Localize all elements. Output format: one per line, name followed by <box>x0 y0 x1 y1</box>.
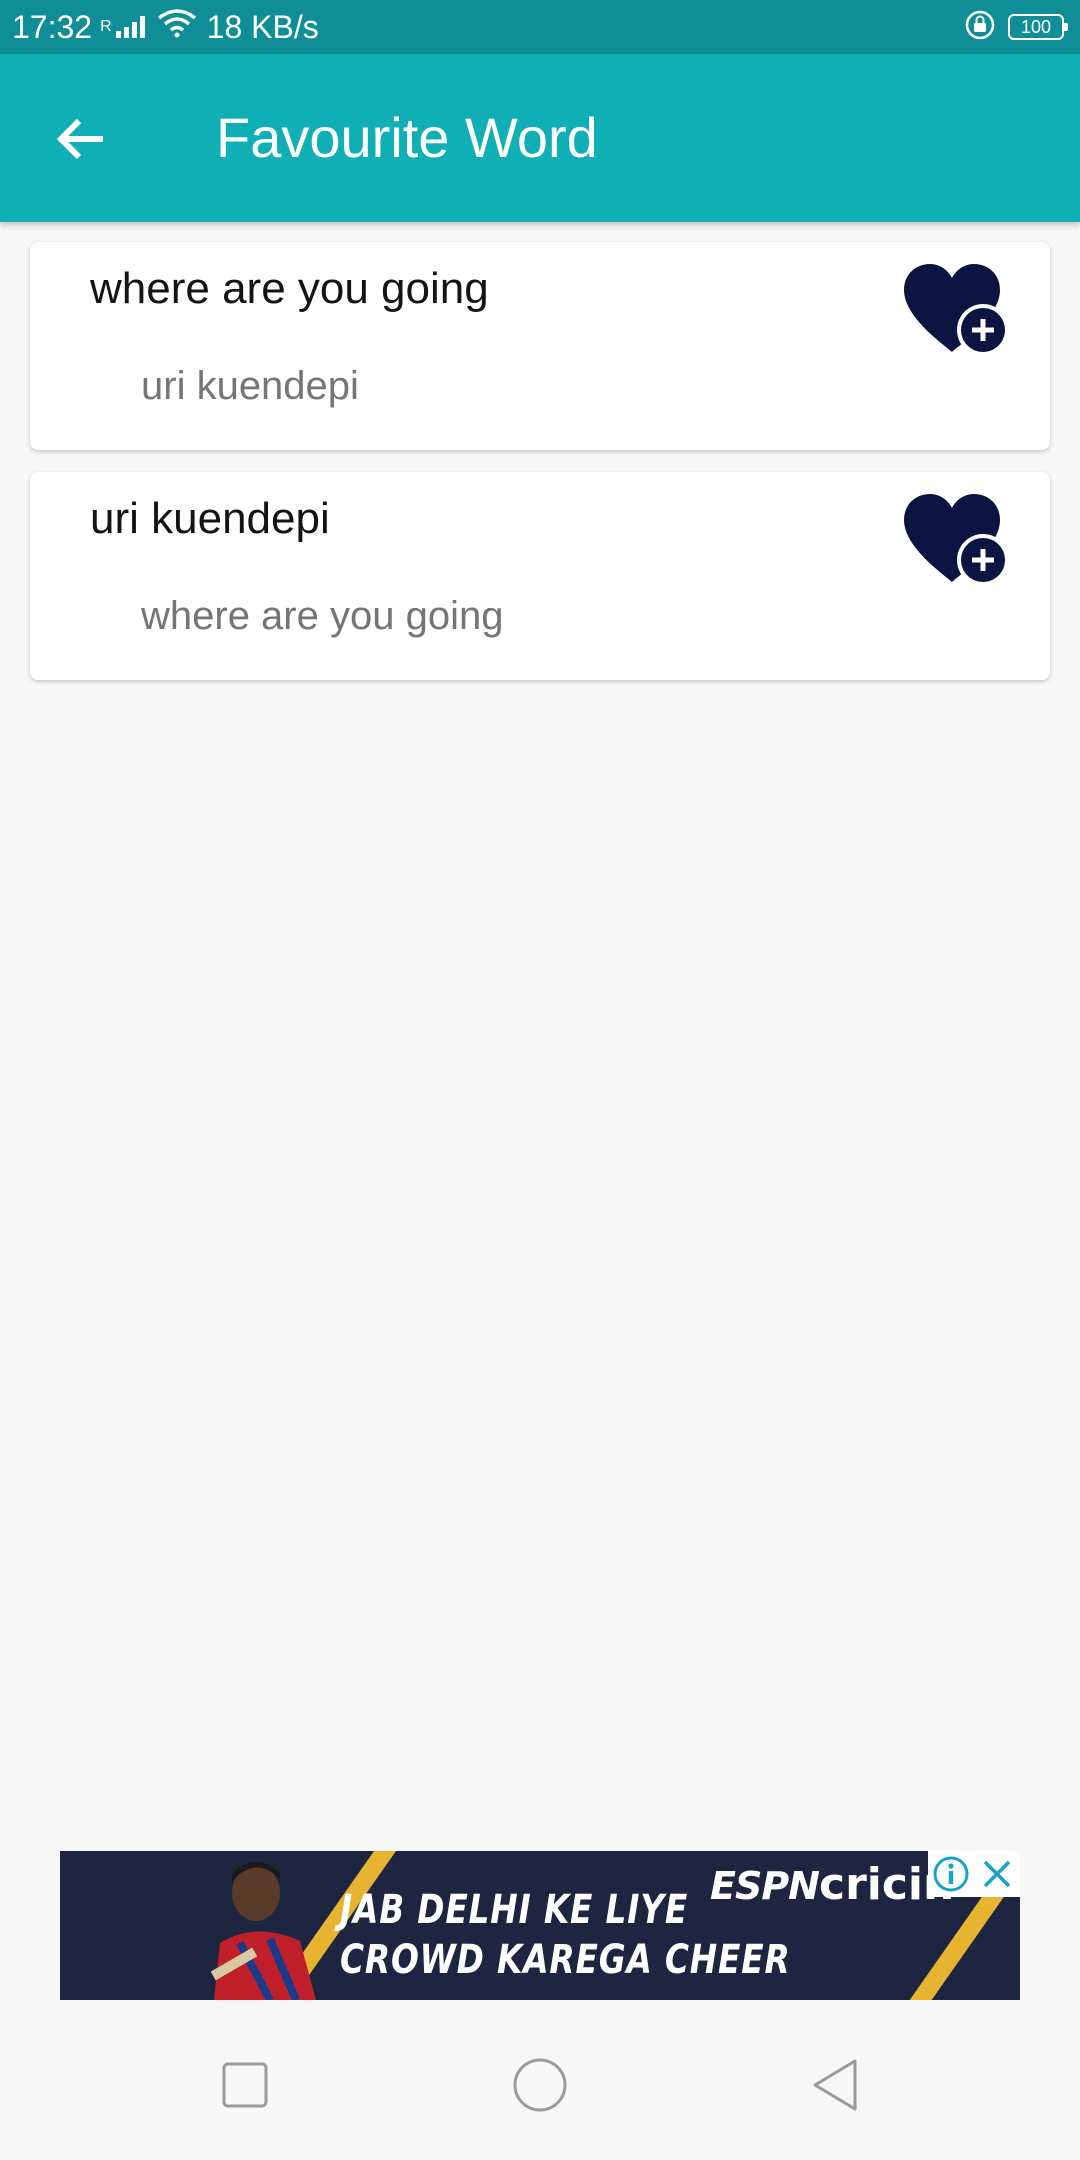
ad-choices <box>928 1851 1020 1897</box>
word-card[interactable]: uri kuendepi where are you going <box>30 472 1050 680</box>
battery-level: 100 <box>1020 16 1052 37</box>
word-text: uri kuendepi <box>90 494 330 543</box>
ad-close-button[interactable] <box>974 1851 1020 1897</box>
favourite-button[interactable] <box>900 490 1012 594</box>
status-right: 100 <box>964 0 1068 54</box>
ad-info-icon <box>933 1856 969 1892</box>
network-speed: 18 KB/s <box>206 8 319 45</box>
status-time: 17:32 <box>12 8 93 45</box>
nav-back-button[interactable] <box>790 2040 880 2130</box>
app-bar: Favourite Word <box>0 54 1080 222</box>
heart-plus-icon <box>904 494 1009 586</box>
translation-text: where are you going <box>141 594 504 638</box>
heart-plus-icon <box>904 264 1009 356</box>
status-left: 17:32 R 18 KB/s <box>12 0 319 54</box>
status-bar: 17:32 R 18 KB/s 100 <box>0 0 1080 54</box>
recent-apps-icon <box>222 2062 268 2108</box>
word-card[interactable]: where are you going uri kuendepi <box>30 242 1050 450</box>
ad-headline-line2: CROWD KAREGA CHEER <box>340 1937 791 1983</box>
recent-apps-button[interactable] <box>200 2040 290 2130</box>
back-icon <box>813 2059 857 2111</box>
word-text: where are you going <box>90 264 489 313</box>
ad-banner[interactable]: JAB DELHI KE LIYE CROWD KAREGA CHEER ESP… <box>60 1851 1020 2000</box>
system-nav-bar <box>0 2010 1080 2160</box>
signal-icon <box>115 16 145 38</box>
network-type-label: R <box>100 18 112 35</box>
ad-player-image <box>210 1862 316 2000</box>
ad-info-button[interactable] <box>928 1851 974 1897</box>
ad-brand-prefix: ESPN <box>710 1864 820 1908</box>
arrow-back-icon <box>56 118 103 160</box>
home-button[interactable] <box>495 2040 585 2130</box>
translation-text: uri kuendepi <box>141 364 359 408</box>
rotation-lock-icon <box>964 9 996 46</box>
battery-icon: 100 <box>1008 14 1068 40</box>
ad-close-icon <box>983 1860 1011 1888</box>
ad-headline-line1: JAB DELHI KE LIYE <box>340 1887 689 1933</box>
favourite-button[interactable] <box>900 260 1012 364</box>
page-title: Favourite Word <box>216 106 598 169</box>
wifi-icon <box>157 8 197 46</box>
home-icon <box>513 2058 567 2112</box>
back-button[interactable] <box>46 104 116 174</box>
ad-brand-logo: ESPNcricin <box>710 1859 954 1910</box>
